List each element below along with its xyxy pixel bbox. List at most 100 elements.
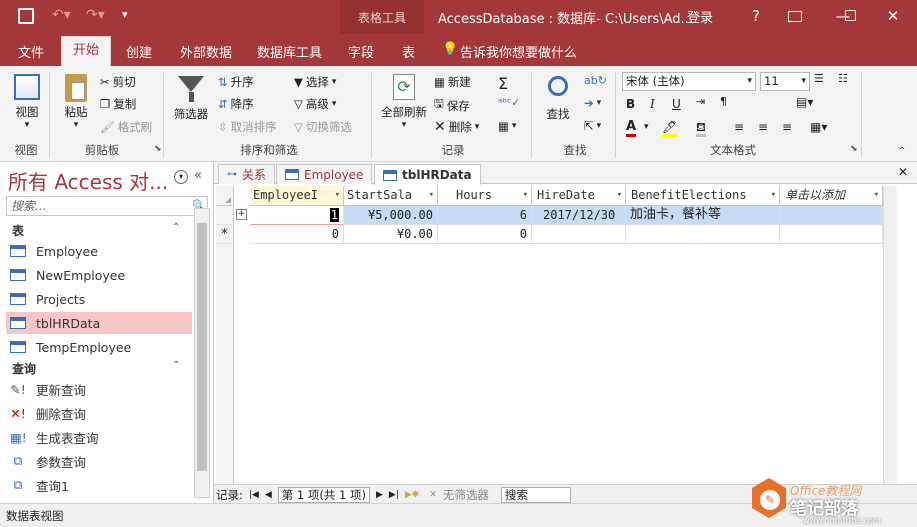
nav-item-delete-query[interactable]: ✕! 删除查询 — [10, 402, 86, 424]
column-header-startsalary[interactable]: StartSala ▾ — [344, 186, 438, 206]
delete-record-button[interactable]: ✕ 删除 ▾ — [434, 119, 479, 135]
selection-filter-button[interactable]: ▼ 选择 ▾ — [294, 74, 336, 90]
previous-record-icon[interactable]: ◀ — [265, 490, 272, 500]
next-record-icon[interactable]: ▶ — [376, 490, 383, 500]
doc-tab-tblhrdata[interactable]: tblHRData — [374, 164, 481, 185]
chevron-down-icon[interactable]: ▾ — [523, 186, 528, 205]
collapse-nav-icon[interactable]: « — [194, 168, 202, 183]
table-cell[interactable]: 6 — [438, 206, 532, 225]
table-cell[interactable] — [626, 225, 780, 244]
close-button[interactable]: ✕ — [882, 6, 904, 26]
chevron-up-icon[interactable]: ⌃ — [172, 360, 180, 371]
gridlines-button[interactable]: ▤▾ — [796, 95, 813, 109]
advanced-filter-button[interactable]: ▽ 高级 ▾ — [294, 96, 336, 112]
tab-external-data[interactable]: 外部数据 — [180, 42, 232, 61]
nav-item-projects[interactable]: Projects — [10, 288, 85, 310]
highlight-button[interactable]: 🖊 — [662, 120, 678, 137]
paragraph-icon[interactable]: ¶ — [720, 95, 727, 108]
customize-quick-access-icon[interactable]: ▾ — [122, 8, 128, 21]
goto-button[interactable]: ➔ ▾ — [584, 96, 601, 110]
nav-category-tables[interactable]: 表 — [12, 222, 24, 239]
alt-row-color-button[interactable]: ▦▾ — [810, 120, 827, 134]
table-cell[interactable]: 0 — [250, 225, 344, 244]
column-header-hiredate[interactable]: HireDate ▾ — [532, 186, 626, 206]
replace-button[interactable]: ab↻ — [584, 74, 607, 87]
more-records-button[interactable]: ▦ ▾ — [498, 119, 516, 133]
tab-file[interactable]: 文件 — [18, 42, 44, 61]
sort-descending-button[interactable]: ⇵ 降序 — [218, 96, 254, 112]
new-record-marker[interactable]: * — [216, 225, 234, 244]
record-search-input[interactable]: 搜索 — [500, 487, 571, 503]
nav-item-tempemployee[interactable]: TempEmployee — [10, 336, 131, 358]
collapse-ribbon-icon[interactable]: ⌃ — [898, 146, 906, 157]
chevron-down-icon[interactable]: ▾ — [617, 186, 622, 205]
redo-icon[interactable]: ↷▾ — [86, 7, 105, 23]
new-record-nav-icon[interactable]: ▶✱ — [405, 490, 419, 500]
chevron-down-icon[interactable]: ▾ — [429, 186, 434, 205]
tab-fields[interactable]: 字段 — [348, 42, 374, 61]
chevron-down-icon[interactable]: ▾ — [771, 186, 776, 205]
nav-item-tblhrdata[interactable]: tblHRData — [6, 312, 192, 334]
expand-row-icon[interactable]: + — [236, 209, 247, 220]
nav-scroll-thumb[interactable] — [197, 223, 207, 471]
table-cell[interactable] — [780, 225, 883, 244]
table-cell[interactable]: 2017/12/30 — [532, 206, 626, 225]
select-all-corner[interactable] — [216, 186, 234, 206]
ribbon-display-options-icon[interactable] — [788, 11, 802, 22]
nav-item-query1[interactable]: ⧉ 查询1 — [10, 474, 69, 496]
table-cell[interactable]: 加油卡，餐补等 — [626, 206, 780, 225]
nav-item-parameter-query[interactable]: ⧉ 参数查询 — [10, 450, 86, 472]
totals-button[interactable]: Σ — [498, 74, 508, 93]
new-record-button[interactable]: ▦ 新建 — [434, 74, 471, 90]
bold-button[interactable]: B — [626, 97, 635, 111]
nav-item-make-table-query[interactable]: ▦! 生成表查询 — [10, 426, 99, 448]
save-icon[interactable] — [18, 8, 34, 24]
table-cell[interactable] — [532, 225, 626, 244]
spelling-button[interactable]: ᵃᵇᶜ✓ — [498, 96, 520, 109]
refresh-all-button[interactable]: ⟳ 全部刷新 ▾ — [378, 74, 430, 130]
align-right-button[interactable]: ≡ — [782, 120, 792, 134]
undo-icon[interactable]: ↶▾ — [52, 7, 71, 23]
toggle-filter-button[interactable]: ▽ 切换筛选 — [294, 119, 352, 135]
cut-button[interactable]: ✂ 剪切 — [100, 74, 136, 90]
datasheet-scrollbar[interactable] — [883, 186, 897, 484]
tab-create[interactable]: 创建 — [126, 42, 152, 61]
align-center-button[interactable]: ≡ — [758, 120, 768, 134]
nav-item-employee[interactable]: Employee — [10, 240, 98, 262]
filter-status[interactable]: 无筛选器 — [443, 487, 489, 503]
underline-button[interactable]: U — [672, 97, 681, 111]
nav-title[interactable]: 所有 Access 对... — [8, 166, 168, 195]
column-header-employeeid[interactable]: EmployeeI ▾ — [250, 186, 344, 206]
tab-database-tools[interactable]: 数据库工具 — [257, 42, 322, 61]
italic-button[interactable]: I — [650, 97, 655, 111]
table-cell[interactable] — [780, 206, 883, 225]
help-button[interactable]: ? — [745, 6, 767, 26]
first-record-icon[interactable]: |◀ — [249, 490, 259, 500]
save-record-button[interactable]: 🖫 保存 — [434, 96, 470, 115]
row-selector[interactable] — [216, 206, 234, 225]
select-button[interactable]: ⇱ ▾ — [584, 119, 601, 133]
indent-icon[interactable]: ⇥ — [696, 95, 705, 108]
filter-button[interactable]: 筛选器 — [170, 74, 212, 122]
nav-scrollbar[interactable] — [194, 208, 210, 498]
nav-item-update-query[interactable]: ✎! 更新查询 — [10, 378, 86, 400]
dialog-launcher-icon[interactable]: ⬊ — [850, 144, 858, 154]
column-header-hours[interactable]: Hours ▾ — [438, 186, 532, 206]
remove-sort-button[interactable]: ⇳ 取消排序 — [218, 119, 277, 135]
sort-ascending-button[interactable]: ⇅ 升序 — [218, 74, 254, 90]
font-color-button[interactable]: A — [626, 120, 637, 137]
nav-category-queries[interactable]: 查询 — [12, 360, 36, 377]
last-record-icon[interactable]: ▶| — [389, 490, 399, 500]
close-tab-icon[interactable]: ✕ — [898, 165, 908, 179]
table-cell[interactable]: 1 — [250, 206, 344, 225]
nav-item-newemployee[interactable]: NewEmployee — [10, 264, 125, 286]
align-left-button[interactable]: ≡ — [734, 120, 744, 134]
tab-table[interactable]: 表 — [402, 42, 415, 61]
paste-button[interactable]: 粘贴 ▾ — [58, 74, 94, 130]
restore-button[interactable] — [836, 6, 858, 26]
doc-tab-relationships[interactable]: ⊶ 关系 — [218, 164, 276, 184]
chevron-up-icon[interactable]: ⌃ — [172, 222, 180, 233]
dialog-launcher-icon[interactable]: ⬊ — [154, 144, 162, 154]
font-name-combo[interactable]: 宋体 (主体) ▾ — [622, 72, 756, 91]
column-header-benefitelections[interactable]: BenefitElections ▾ — [626, 186, 780, 206]
